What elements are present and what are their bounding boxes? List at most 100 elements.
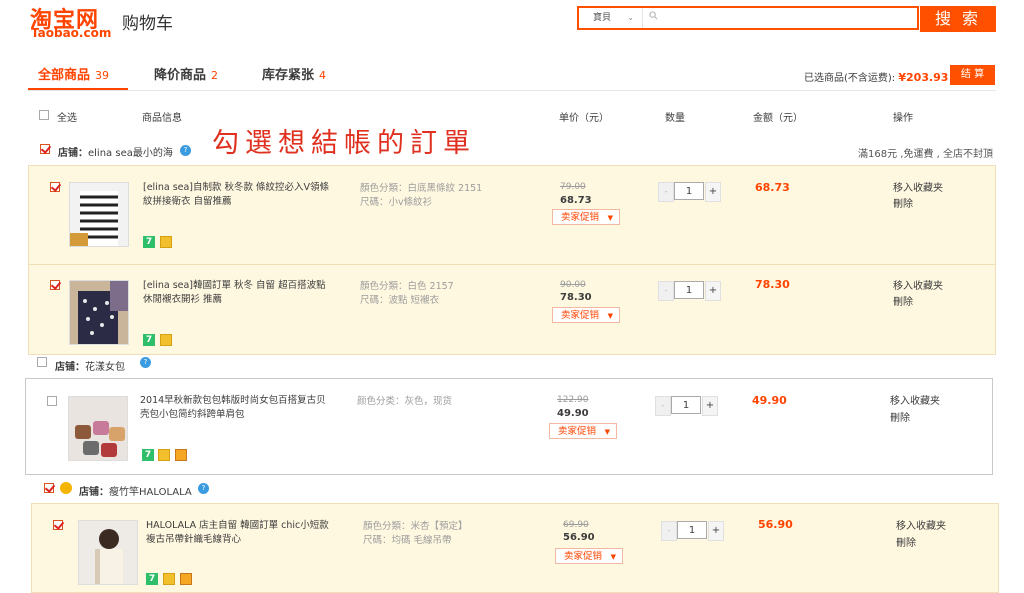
- unit-price: 49.90: [557, 408, 589, 419]
- promo-dropdown[interactable]: 卖家促销 ▼: [552, 307, 620, 323]
- move-to-favorites-link[interactable]: 移入收藏夹: [893, 181, 943, 196]
- shop-label: 店铺：: [58, 148, 88, 159]
- chat-icon[interactable]: ?: [180, 145, 191, 156]
- item-checkbox[interactable]: [50, 182, 60, 192]
- shop-name-text: 瘦竹竿HALOLALA: [109, 487, 192, 498]
- guarantee-icon[interactable]: [160, 334, 172, 346]
- increase-qty-button[interactable]: +: [705, 182, 721, 202]
- product-title[interactable]: 2014早秋新款包包韩版时尚女包百搭复古贝壳包小包简约斜跨单肩包: [140, 394, 330, 422]
- guarantee-icon[interactable]: [160, 236, 172, 248]
- unit-price: 56.90: [563, 532, 595, 543]
- move-to-favorites-link[interactable]: 移入收藏夹: [896, 519, 946, 534]
- original-price: 122.90: [557, 395, 589, 405]
- quantity-stepper: - 1 +: [658, 182, 721, 202]
- tab-label: 库存紧张: [262, 68, 315, 83]
- shop-name[interactable]: 店铺：elina sea最小的海: [58, 144, 173, 159]
- item-amount: 56.90: [758, 518, 793, 531]
- tab-count: 2: [211, 69, 219, 82]
- item-amount: 68.73: [755, 181, 790, 194]
- guarantee-icon[interactable]: [158, 449, 170, 461]
- shop-rank-icon: [60, 482, 72, 494]
- original-price: 79.00: [560, 182, 586, 192]
- taobao-logo-text[interactable]: Taobao.com: [31, 26, 111, 40]
- select-all-checkbox[interactable]: [39, 110, 49, 120]
- shop-name[interactable]: 店铺：花漾女包: [55, 358, 125, 373]
- quantity-input[interactable]: 1: [674, 182, 704, 200]
- col-header-price: 单价（元）: [559, 113, 609, 124]
- seven-day-return-icon[interactable]: 7: [142, 449, 154, 461]
- card-payment-icon[interactable]: [180, 573, 192, 585]
- seven-day-return-icon[interactable]: 7: [146, 573, 158, 585]
- selected-summary-label: 已选商品(不含运费):: [804, 73, 896, 84]
- guarantee-icon[interactable]: [163, 573, 175, 585]
- promo-dropdown[interactable]: 卖家促销 ▼: [549, 423, 617, 439]
- product-thumbnail[interactable]: [69, 280, 129, 345]
- quantity-stepper: - 1 +: [655, 396, 718, 416]
- unit-price: 78.30: [560, 292, 592, 303]
- chat-icon[interactable]: ?: [140, 357, 151, 368]
- card-payment-icon[interactable]: [175, 449, 187, 461]
- decrease-qty-button[interactable]: -: [661, 521, 677, 541]
- seven-day-return-icon[interactable]: 7: [143, 334, 155, 346]
- tab-price-drop[interactable]: 降价商品 2: [154, 64, 218, 83]
- chat-icon[interactable]: ?: [198, 483, 209, 494]
- product-thumbnail[interactable]: [69, 182, 129, 247]
- increase-qty-button[interactable]: +: [705, 281, 721, 301]
- tab-count: 4: [319, 69, 327, 82]
- select-all-label[interactable]: 全选: [57, 109, 77, 124]
- tab-label: 全部商品: [38, 68, 91, 83]
- decrease-qty-button[interactable]: -: [658, 182, 674, 202]
- tab-all-items[interactable]: 全部商品 39: [38, 64, 109, 83]
- delete-link[interactable]: 刪除: [893, 295, 913, 310]
- product-title[interactable]: [elina sea]自制款 秋冬款 條紋控必入V領條紋拼接衛衣 自留推薦: [143, 181, 333, 209]
- shop-name-text: elina sea最小的海: [88, 148, 173, 159]
- delete-link[interactable]: 刪除: [890, 411, 910, 426]
- tab-low-stock[interactable]: 库存紧张 4: [262, 64, 326, 83]
- quantity-input[interactable]: 1: [677, 521, 707, 539]
- search-button[interactable]: 搜 索: [920, 6, 996, 32]
- shop-name[interactable]: 店铺：瘦竹竿HALOLALA: [79, 483, 192, 498]
- promo-dropdown[interactable]: 卖家促销 ▼: [555, 548, 623, 564]
- col-header-qty: 数量: [665, 113, 685, 124]
- col-header-info: 商品信息: [142, 113, 182, 124]
- tab-label: 降价商品: [154, 68, 207, 83]
- product-title[interactable]: [elina sea]韓國訂單 秋冬 自留 超百搭波點休閒襯衣開衫 推薦: [143, 279, 333, 307]
- chevron-down-icon: ⌄: [627, 13, 634, 22]
- move-to-favorites-link[interactable]: 移入收藏夹: [893, 279, 943, 294]
- decrease-qty-button[interactable]: -: [658, 281, 674, 301]
- sku-size: 尺碼：小v條紋衫: [360, 197, 433, 208]
- delete-link[interactable]: 刪除: [893, 197, 913, 212]
- unit-price: 68.73: [560, 195, 592, 206]
- item-checkbox[interactable]: [47, 396, 57, 406]
- item-amount: 78.30: [755, 278, 790, 291]
- quantity-input[interactable]: 1: [674, 281, 704, 299]
- chevron-down-icon: ▼: [604, 428, 610, 436]
- search-type-select[interactable]: 寶貝 ⌄: [579, 8, 643, 28]
- sku-color: 顏色分類：米杏【預定】: [363, 521, 468, 532]
- product-thumbnail[interactable]: [78, 520, 138, 585]
- handwritten-annotation: 勾選想結帳的訂單: [212, 128, 476, 159]
- shop-checkbox[interactable]: [37, 357, 47, 367]
- search-input[interactable]: [665, 10, 905, 26]
- search-box: 寶貝 ⌄: [577, 6, 919, 30]
- decrease-qty-button[interactable]: -: [655, 396, 671, 416]
- quantity-input[interactable]: 1: [671, 396, 701, 414]
- shop-checkbox[interactable]: [44, 483, 54, 493]
- move-to-favorites-link[interactable]: 移入收藏夹: [890, 394, 940, 409]
- product-title[interactable]: HALOLALA 店主自留 韓國訂單 chic小短款複古吊帶針織毛線背心: [146, 519, 336, 547]
- sku-size: 尺碼：波點 短襯衣: [360, 295, 440, 306]
- promo-dropdown[interactable]: 卖家促销 ▼: [552, 209, 620, 225]
- increase-qty-button[interactable]: +: [708, 521, 724, 541]
- delete-link[interactable]: 刪除: [896, 536, 916, 551]
- seven-day-return-icon[interactable]: 7: [143, 236, 155, 248]
- col-header-amount: 金额（元）: [753, 113, 803, 124]
- item-checkbox[interactable]: [53, 520, 63, 530]
- increase-qty-button[interactable]: +: [702, 396, 718, 416]
- promo-label: 卖家促销: [561, 310, 600, 321]
- shop-checkbox[interactable]: [40, 144, 50, 154]
- product-thumbnail[interactable]: [68, 396, 128, 461]
- shop-label: 店铺：: [79, 487, 109, 498]
- shop-items-panel: [31, 503, 999, 593]
- checkout-button[interactable]: 结 算: [950, 65, 995, 85]
- item-checkbox[interactable]: [50, 280, 60, 290]
